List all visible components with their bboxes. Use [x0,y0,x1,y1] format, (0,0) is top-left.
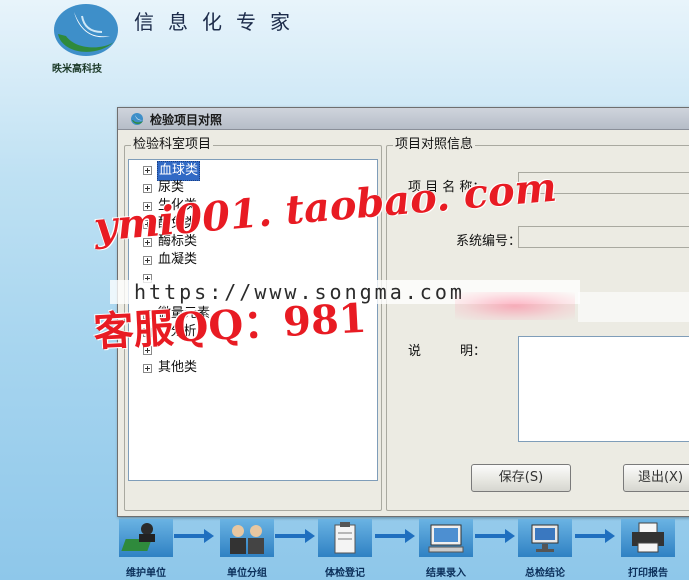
tree-item-label: 血凝类 [158,252,198,267]
app-title: 信息化专家 [134,10,304,34]
step-unit-group[interactable]: 单位分组 [216,515,278,580]
computer-icon [419,519,473,557]
expand-plus-icon[interactable] [143,310,152,319]
clipboard-icon [318,519,372,557]
expand-plus-icon[interactable] [143,346,152,355]
lab-items-group-label: 检验科室项目 [131,137,214,153]
expand-plus-icon[interactable] [143,166,152,175]
mapping-info-group-label: 项目对照信息 [393,137,476,153]
step-maintain-unit[interactable]: 维护单位 [115,515,177,580]
app-header: 昳米高科技 信息化专家 [0,0,689,100]
expand-plus-icon[interactable] [143,184,152,193]
description-label: 说 明： [408,344,487,359]
step-checkup-register[interactable]: 体检登记 [314,515,376,580]
monitor-icon [518,519,572,557]
expand-plus-icon[interactable] [143,202,152,211]
tree-item-label: 微量元素 [158,306,211,321]
lab-items-tree[interactable]: 血球类 尿类 生化类 酶免类 酶标类 血凝类 微量元素 ...分析 其他类 [128,159,378,481]
item-name-field[interactable] [518,172,689,194]
system-code-label: 系统编号： [456,234,522,249]
expand-plus-icon[interactable] [143,238,152,247]
save-button[interactable]: 保存(S) [471,464,571,492]
company-logo-icon [54,4,118,56]
book-user-icon [119,519,173,557]
tree-item-label: 生化类 [158,198,198,213]
expand-plus-icon[interactable] [143,256,152,265]
item-name-label: 项 目 名 称： [408,180,486,195]
expand-plus-icon[interactable] [143,364,152,373]
mapping-info-group: 项目对照信息 [386,137,689,511]
description-textarea[interactable] [518,336,689,442]
workflow-bar: 维护单位 单位分组 体检登记 结果录入 总检结论 打印报告 [0,515,689,580]
step-result-entry[interactable]: 结果录入 [415,515,477,580]
watermark-blur [455,292,575,320]
tree-item-label: 酶标类 [158,234,198,249]
arrow-right-icon [475,529,515,543]
tree-item-label: 其他类 [158,360,198,375]
dialog-app-icon [131,113,143,125]
arrow-right-icon [375,529,415,543]
step-print-report[interactable]: 打印报告 [617,515,679,580]
step-label: 总检结论 [525,568,565,579]
group-people-icon [220,519,274,557]
tree-item-label: 尿类 [158,180,185,195]
step-label: 单位分组 [227,568,267,579]
expand-plus-icon[interactable] [143,274,152,283]
step-label: 结果录入 [426,568,466,579]
tree-item-label: 血球类 [157,161,201,181]
company-name: 昳米高科技 [52,64,102,75]
arrow-right-icon [174,529,214,543]
printer-icon [621,519,675,557]
step-label: 体检登记 [325,568,365,579]
dialog-titlebar[interactable]: 检验项目对照 [118,108,689,130]
tree-item-label: ...分析 [158,324,197,339]
watermark-blur-2 [578,292,689,322]
step-label: 维护单位 [126,568,166,579]
arrow-right-icon [275,529,315,543]
exit-button[interactable]: 退出(X) [623,464,689,492]
step-label: 打印报告 [628,568,668,579]
expand-plus-icon[interactable] [143,328,152,337]
arrow-right-icon [575,529,615,543]
dialog-title: 检验项目对照 [150,113,223,127]
step-checkup-conclusion[interactable]: 总检结论 [514,515,576,580]
expand-plus-icon[interactable] [143,220,152,229]
system-code-field[interactable] [518,226,689,248]
tree-item-label: 酶免类 [158,216,198,231]
